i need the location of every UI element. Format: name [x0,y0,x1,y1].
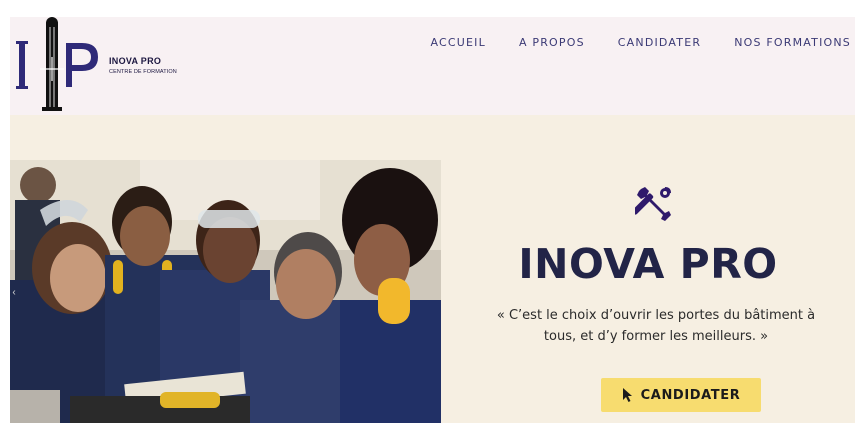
brand-name: INOVA PRO [109,56,162,66]
candidater-button[interactable]: CANDIDATER [601,378,761,412]
tools-icon [635,187,671,221]
hero-photo: ‹ [10,160,441,423]
nav-item-a-propos[interactable]: A PROPOS [519,36,585,49]
logo-mark-icon [16,17,98,111]
site-header: INOVA PRO CENTRE DE FORMATION ACCUEIL A … [10,17,855,115]
brand-logo[interactable]: INOVA PRO CENTRE DE FORMATION [16,17,186,113]
hero-quote: « C’est le choix d’ouvrir les portes du … [496,308,816,344]
nav-item-candidater[interactable]: CANDIDATER [618,36,701,49]
hero-title: INOVA PRO [518,240,778,288]
candidater-button-label: CANDIDATER [640,387,741,403]
brand-tagline: CENTRE DE FORMATION [109,69,177,75]
nav-item-accueil[interactable]: ACCUEIL [430,36,485,49]
main-nav: ACCUEIL A PROPOS CANDIDATER NOS FORMATIO… [397,36,851,49]
hero-content: INOVA PRO « C’est le choix d’ouvrir les … [441,160,855,423]
slider-prev-arrow[interactable]: ‹ [10,283,18,303]
brand-text: INOVA PRO CENTRE DE FORMATION [109,56,177,75]
students-photo-illustration [10,160,441,423]
nav-item-nos-formations[interactable]: NOS FORMATIONS [734,36,851,49]
hero-section: ‹ INOVA PRO « C’est le choix d’ouvrir le… [10,115,855,423]
cursor-icon [622,388,632,402]
